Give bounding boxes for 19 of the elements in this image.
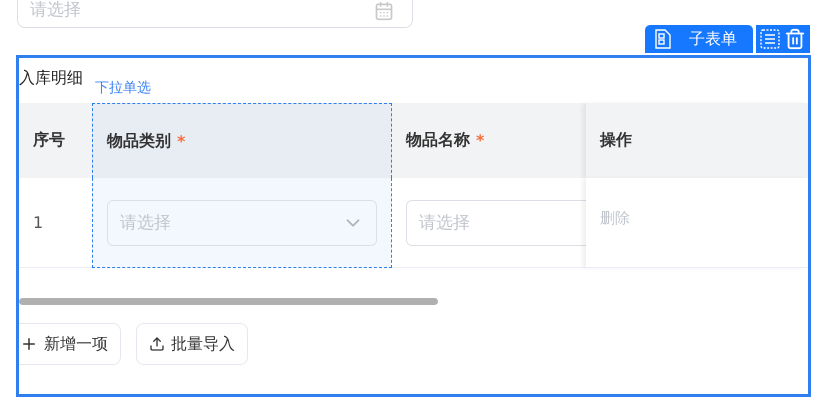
column-header: 物品名称 * <box>392 103 586 178</box>
plus-icon <box>20 335 38 353</box>
document-icon <box>655 29 671 49</box>
column-header: 序号 <box>19 103 92 178</box>
calendar-icon <box>374 1 394 21</box>
delete-icon[interactable] <box>784 28 806 50</box>
import-button[interactable]: 批量导入 <box>136 323 248 365</box>
upload-icon <box>149 336 165 352</box>
delete-link[interactable]: 删除 <box>600 209 630 228</box>
column-header: 物品类别 * <box>92 103 392 178</box>
add-row-button[interactable]: 新增一项 <box>19 323 121 365</box>
copy-icon[interactable] <box>760 29 780 49</box>
field-type-label: 下拉单选 <box>95 80 151 96</box>
subform-tag[interactable]: 子表单 <box>645 25 753 53</box>
scrollbar-thumb[interactable] <box>19 298 438 305</box>
subform-title: 入库明细 <box>19 68 83 87</box>
row-index: 1 <box>33 213 44 232</box>
select-field[interactable]: 请选择 <box>17 0 413 28</box>
column-header: 操作 <box>586 103 808 178</box>
